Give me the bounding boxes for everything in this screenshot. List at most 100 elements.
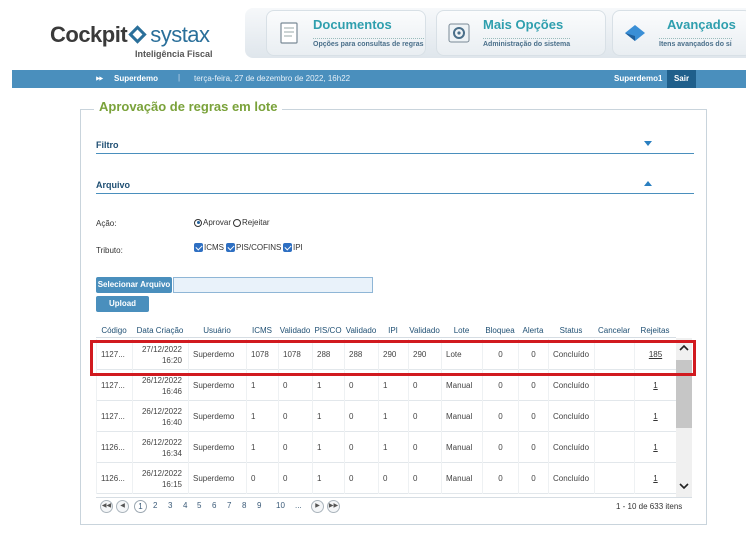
cell-rejeitadas[interactable]: 1: [634, 401, 676, 432]
caret-up-icon[interactable]: [644, 181, 652, 186]
last-page-icon[interactable]: ▶▶: [327, 500, 340, 513]
pen-icon: [625, 25, 645, 41]
table-row[interactable]: 1126... 26/12/2022 16:15 Superdemo 0 0 1 0 0 0 Ma…: [96, 463, 676, 494]
chevron-down-icon[interactable]: [676, 480, 692, 492]
column-header-icms[interactable]: ICMS: [246, 326, 278, 335]
pagination: ◀◀ ◀ 1 2 3 4 5 6 7 8 9 10... ▶ ▶▶ 1 - 10 de 633 i…: [96, 500, 694, 516]
column-header-validado-icms[interactable]: Validado: [278, 326, 312, 335]
cell-bloqueado: 0: [482, 401, 518, 432]
checkbox-ipi[interactable]: IPI: [283, 243, 303, 252]
cell-data-criacao: 26/12/2022 16:34: [132, 432, 188, 463]
page-number[interactable]: 2: [153, 501, 157, 510]
page-number[interactable]: 7: [227, 501, 231, 510]
column-header-alerta[interactable]: Alerta: [518, 326, 548, 335]
file-path-input[interactable]: [173, 277, 373, 293]
nav-tab-documentos[interactable]: Documentos Opções para consultas de regr…: [266, 10, 426, 56]
cell-usuario: Superdemo: [188, 432, 246, 463]
column-header-pis-cofins[interactable]: PIS/CO: [312, 326, 344, 335]
nav-tab-mais-opcoes[interactable]: Mais Opções Administração do sistema: [436, 10, 606, 56]
radio-rejeitar[interactable]: Rejeitar: [233, 218, 270, 227]
logout-button[interactable]: Sair: [667, 70, 696, 88]
column-header-usuario[interactable]: Usuário: [188, 326, 246, 335]
cell-codigo: 1126...: [96, 463, 132, 494]
table-row[interactable]: 1126... 26/12/2022 16:34 Superdemo 1 0 1 0 1 0 Ma…: [96, 432, 676, 463]
tribute-label: Tributo:: [96, 246, 123, 255]
user-name[interactable]: Superdemo: [114, 74, 158, 83]
cell-validado-pis: 0: [344, 432, 378, 463]
cell-icms: 1: [246, 401, 278, 432]
cell-validado-pis: 0: [344, 401, 378, 432]
checkbox-checked-icon[interactable]: [283, 243, 292, 252]
first-page-icon[interactable]: ◀◀: [100, 500, 113, 513]
radio-unchecked-icon[interactable]: [233, 218, 241, 227]
checkbox-checked-icon[interactable]: [194, 243, 203, 252]
cell-cancelar: [594, 463, 634, 494]
cell-cancelar: [594, 432, 634, 463]
column-header-bloqueado[interactable]: Bloquea: [482, 326, 518, 335]
radio-checked-icon[interactable]: [194, 218, 202, 227]
checkbox-icms[interactable]: ICMS: [194, 243, 224, 252]
column-header-validado-pis[interactable]: Validado: [344, 326, 378, 335]
cell-pis-cofins: 1: [312, 401, 344, 432]
current-datetime: terça-feira, 27 de dezembro de 2022, 16h…: [194, 74, 351, 83]
caret-down-icon[interactable]: [644, 141, 652, 146]
table-header: Código Data Criação Usuário ICMS Validado PIS…: [96, 322, 676, 338]
page-title: Aprovação de regras em lote: [94, 99, 283, 114]
page-number[interactable]: 10: [276, 501, 285, 510]
upload-button[interactable]: Upload: [96, 296, 149, 312]
page-number[interactable]: ...: [295, 501, 302, 510]
checkbox-label: ICMS: [204, 243, 224, 252]
diamond-logo-icon: [128, 25, 147, 44]
table-row[interactable]: 1127... 26/12/2022 16:40 Superdemo 1 0 1 0 1 0 Ma…: [96, 401, 676, 432]
cell-validado-icms: 0: [278, 463, 312, 494]
page-number[interactable]: 9: [257, 501, 261, 510]
page-number[interactable]: 6: [212, 501, 216, 510]
cell-validado-icms: 0: [278, 401, 312, 432]
cell-pis-cofins: 1: [312, 463, 344, 494]
page-number[interactable]: 1: [134, 500, 147, 513]
separator: |: [178, 73, 181, 82]
cell-codigo: 1126...: [96, 432, 132, 463]
cell-usuario: Superdemo: [188, 463, 246, 494]
cell-icms: 1: [246, 432, 278, 463]
account-name: Superdemo1: [614, 74, 663, 83]
checkbox-checked-icon[interactable]: [226, 243, 235, 252]
radio-aprovar[interactable]: Aprovar: [194, 218, 231, 227]
nav-title: Avançados: [667, 17, 736, 32]
page-number[interactable]: 3: [168, 501, 172, 510]
nav-title: Documentos: [313, 17, 392, 32]
column-header-cancelar[interactable]: Cancelar: [594, 326, 634, 335]
prev-page-icon[interactable]: ◀: [116, 500, 129, 513]
next-page-icon[interactable]: ▶: [311, 500, 324, 513]
cell-ipi: 0: [378, 463, 408, 494]
column-header-rejeitadas[interactable]: Rejeitas: [634, 326, 676, 335]
brand-logo[interactable]: Cockpit systax Inteligência Fiscal: [50, 22, 213, 62]
document-icon: [280, 22, 298, 44]
nav-tab-avancados[interactable]: Avançados Itens avançados do si: [612, 10, 746, 56]
column-header-validado-ipi[interactable]: Validado: [408, 326, 441, 335]
section-arquivo[interactable]: Arquivo: [96, 178, 694, 194]
column-header-ipi[interactable]: IPI: [378, 326, 408, 335]
cell-alerta: 0: [518, 432, 548, 463]
highlighted-row-box: [90, 340, 696, 376]
section-filtro[interactable]: Filtro: [96, 138, 694, 154]
cell-codigo: 1127...: [96, 401, 132, 432]
checkbox-pis-cofins[interactable]: PIS/COFINS: [226, 243, 281, 252]
cell-pis-cofins: 1: [312, 432, 344, 463]
nav-desc: Opções para consultas de regras: [313, 38, 424, 48]
cell-validado-ipi: 0: [408, 463, 441, 494]
select-file-button[interactable]: Selecionar Arquivo: [96, 277, 172, 293]
column-header-data-criacao[interactable]: Data Criação: [132, 326, 188, 335]
cell-rejeitadas[interactable]: 1: [634, 463, 676, 494]
cell-validado-icms: 0: [278, 432, 312, 463]
page-number[interactable]: 8: [242, 501, 246, 510]
cell-rejeitadas[interactable]: 1: [634, 432, 676, 463]
section-label: Arquivo: [96, 180, 131, 190]
page-number[interactable]: 5: [197, 501, 201, 510]
user-bar: ⏩︎ Superdemo | terça-feira, 27 de dezemb…: [12, 70, 746, 88]
column-header-status[interactable]: Status: [548, 326, 594, 335]
column-header-lote[interactable]: Lote: [441, 326, 482, 335]
cell-ipi: 1: [378, 432, 408, 463]
page-number[interactable]: 4: [183, 501, 187, 510]
column-header-codigo[interactable]: Código: [96, 326, 132, 335]
